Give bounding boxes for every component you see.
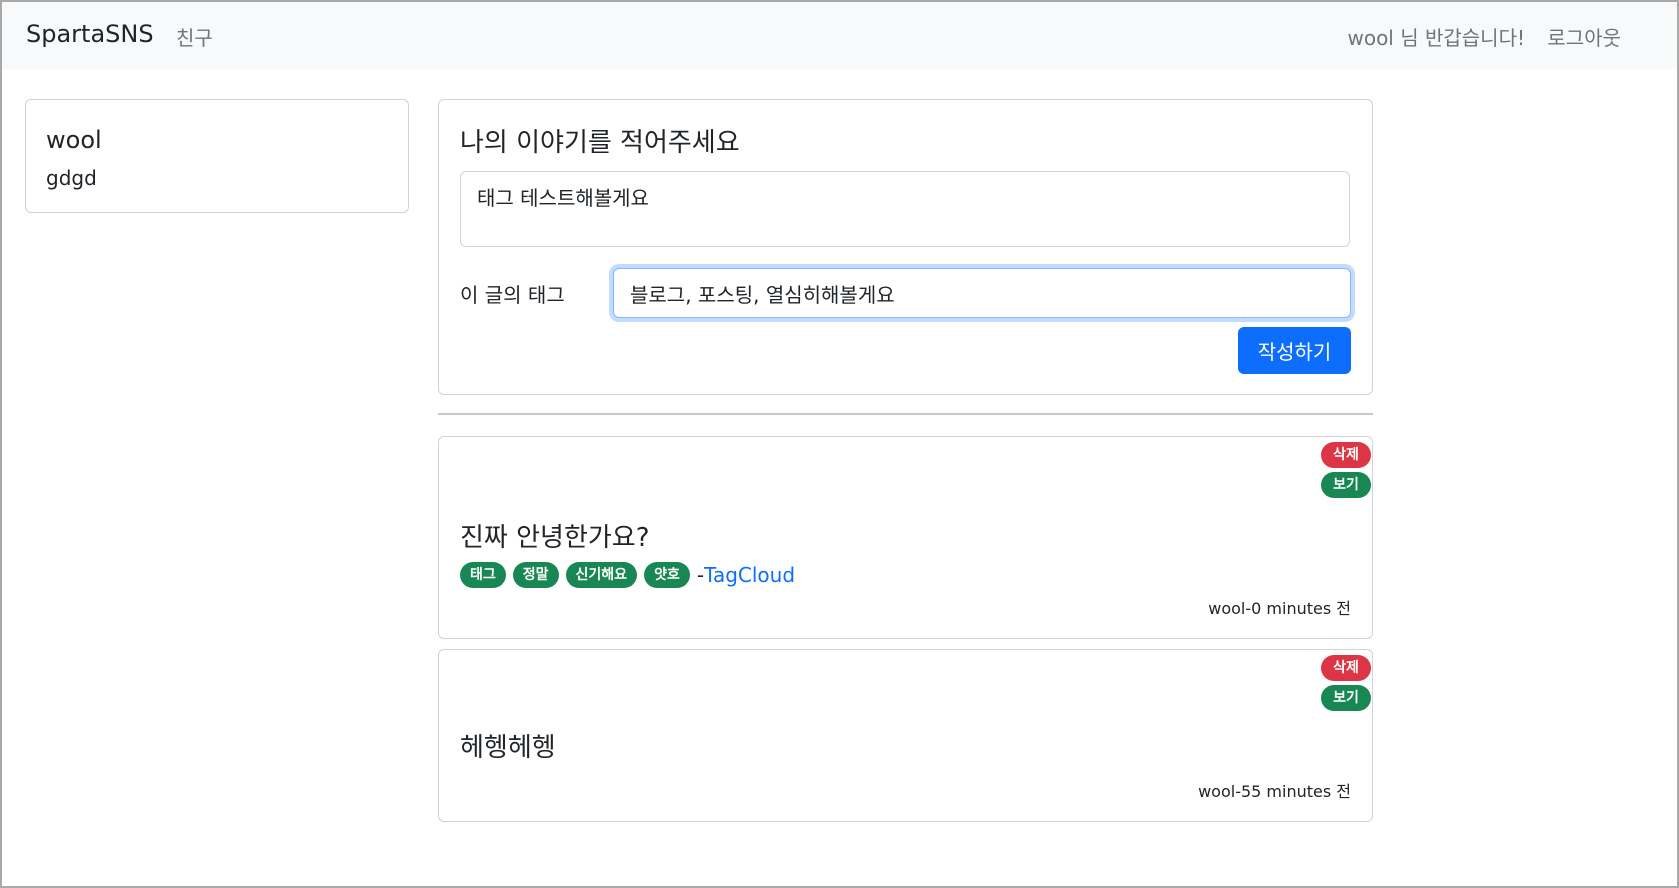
tag-badge[interactable]: 얏호	[644, 562, 690, 588]
tag-input[interactable]	[613, 268, 1351, 318]
tag-separator: -	[696, 563, 705, 587]
delete-post-button[interactable]: 삭제	[1321, 655, 1371, 681]
delete-post-button[interactable]: 삭제	[1321, 442, 1371, 468]
view-post-button[interactable]: 보기	[1321, 472, 1371, 498]
tag-badge[interactable]: 정말	[512, 562, 559, 588]
post-meta: wool-55 minutes 전	[1198, 782, 1351, 801]
post-card: 삭제 보기 헤헹헤헹 wool-55 minutes 전	[438, 649, 1373, 822]
composer-title: 나의 이야기를 적어주세요	[460, 128, 740, 158]
view-post-button[interactable]: 보기	[1321, 685, 1371, 711]
section-divider	[438, 413, 1373, 415]
logout-link[interactable]: 로그아웃	[1547, 22, 1621, 51]
post-composer-card: 나의 이야기를 적어주세요 태그 테스트해볼게요 이 글의 태그 작성하기	[438, 99, 1373, 395]
post-title: 진짜 안녕한가요?	[460, 523, 650, 553]
greeting-text: wool 님 반갑습니다!	[1347, 26, 1525, 50]
tag-field-label: 이 글의 태그	[460, 283, 565, 307]
post-title: 헤헹헤헹	[460, 733, 556, 763]
post-content-textarea[interactable]: 태그 테스트해볼게요	[460, 171, 1350, 247]
tagcloud-link[interactable]: TagCloud	[704, 563, 795, 587]
submit-post-button[interactable]: 작성하기	[1238, 327, 1351, 374]
profile-bio: gdgd	[46, 166, 97, 190]
post-card: 삭제 보기 진짜 안녕한가요? 태그 정말 신기해요 얏호 - TagCloud…	[438, 436, 1373, 639]
profile-username: wool	[46, 126, 102, 154]
post-tags: 태그 정말 신기해요 얏호 - TagCloud	[460, 562, 795, 588]
tag-badge[interactable]: 신기해요	[565, 562, 638, 588]
tag-badge[interactable]: 태그	[460, 562, 506, 588]
brand-link[interactable]: SpartaSNS	[26, 20, 154, 48]
post-meta: wool-0 minutes 전	[1208, 599, 1351, 618]
profile-card: wool gdgd	[25, 99, 409, 213]
top-navbar: SpartaSNS 친구 wool 님 반갑습니다! 로그아웃	[2, 2, 1677, 69]
friends-link[interactable]: 친구	[176, 22, 213, 51]
